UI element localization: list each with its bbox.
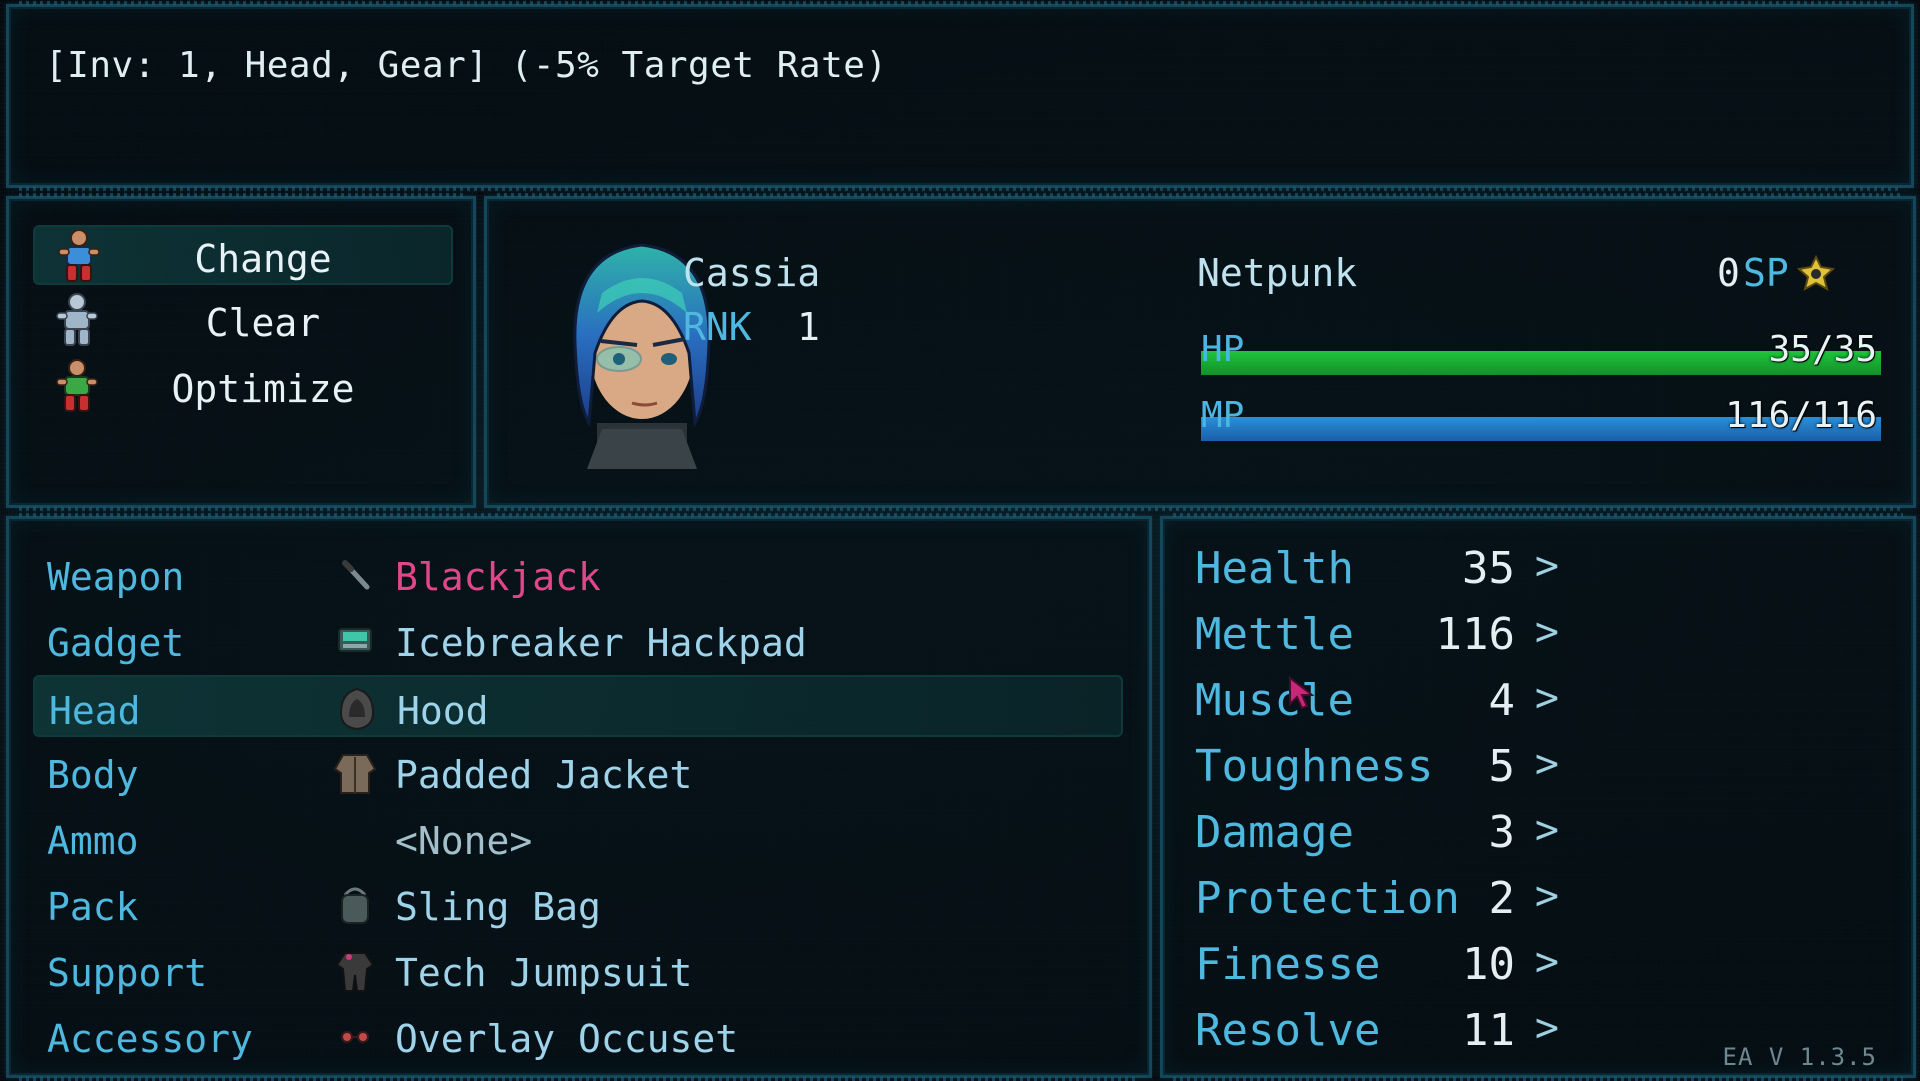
version-label: EA V 1.3.5: [1722, 1043, 1877, 1071]
sp-value: 0: [1717, 251, 1740, 295]
stat-value: 11: [1462, 1005, 1515, 1056]
help-text: [Inv: 1, Head, Gear] (-5% Target Rate): [45, 45, 888, 86]
slot-label: Head: [49, 689, 141, 733]
command-clear[interactable]: Clear: [33, 291, 453, 351]
slot-label: Body: [47, 753, 139, 797]
glasses-icon: [341, 1031, 369, 1043]
slot-row-weapon[interactable]: Weapon Blackjack: [33, 543, 1123, 605]
hp-gauge: HP 35/35: [1201, 329, 1881, 375]
rank-label: RNK: [683, 305, 752, 349]
sp-label: SP: [1743, 251, 1789, 295]
slot-label: Accessory: [47, 1017, 253, 1061]
hood-icon: [339, 687, 375, 731]
command-label: Change: [194, 237, 332, 281]
slot-row-body[interactable]: Body Padded Jacket: [33, 741, 1123, 803]
stat-value: 4: [1488, 675, 1516, 726]
slot-item: Overlay Occuset: [395, 1017, 739, 1061]
skill-points-icon: [1797, 255, 1835, 291]
mp-gauge: MP 116/116: [1201, 395, 1881, 441]
stat-name: Resolve: [1195, 1005, 1381, 1056]
help-window: [Inv: 1, Head, Gear] (-5% Target Rate): [6, 1, 1914, 191]
stat-arrow: >: [1534, 1005, 1559, 1051]
stat-arrow: >: [1534, 675, 1559, 721]
stat-value: 10: [1462, 939, 1515, 990]
slot-row-gadget[interactable]: Gadget Icebreaker Hackpad: [33, 609, 1123, 671]
figure-grey-icon: [56, 293, 98, 346]
stat-value: 116: [1435, 609, 1515, 660]
stat-value: 3: [1488, 807, 1516, 858]
stat-row-health: Health 35 >: [1195, 533, 1595, 595]
stat-name: Damage: [1195, 807, 1354, 858]
stat-arrow: >: [1534, 609, 1559, 655]
stat-row-mettle: Mettle 116 >: [1195, 599, 1595, 661]
slot-row-ammo[interactable]: Ammo <None>: [33, 807, 1123, 869]
stat-arrow: >: [1534, 741, 1559, 787]
slot-item: Hood: [397, 689, 489, 733]
stat-name: Toughness: [1195, 741, 1434, 792]
slot-item: Blackjack: [395, 555, 601, 599]
hp-value: 35/35: [1768, 329, 1877, 370]
stat-row-toughness: Toughness 5 >: [1195, 731, 1595, 793]
figure-blue-icon: [58, 229, 100, 282]
slot-item: Padded Jacket: [395, 753, 693, 797]
stat-arrow: >: [1534, 807, 1559, 853]
slot-label: Pack: [47, 885, 139, 929]
slot-row-accessory[interactable]: Accessory Overlay Occuset: [33, 1005, 1123, 1067]
stat-name: Muscle: [1195, 675, 1354, 726]
stat-value: 2: [1488, 873, 1516, 924]
mouse-cursor-icon: [1289, 676, 1314, 710]
command-optimize[interactable]: Optimize: [33, 357, 453, 417]
stat-name: Protection: [1195, 873, 1460, 924]
slot-item: Icebreaker Hackpad: [395, 621, 807, 665]
command-label: Clear: [205, 301, 321, 345]
command-label: Optimize: [171, 367, 355, 411]
stat-row-damage: Damage 3 >: [1195, 797, 1595, 859]
stat-row-muscle: Muscle 4 >: [1195, 665, 1595, 727]
hp-label: HP: [1201, 329, 1245, 370]
slot-item: <None>: [395, 819, 533, 863]
figure-green-icon: [56, 359, 98, 412]
stat-arrow: >: [1534, 873, 1559, 919]
baton-icon: [342, 560, 370, 590]
stat-name: Health: [1195, 543, 1354, 594]
stat-row-resolve: Resolve 11 >: [1195, 995, 1595, 1057]
stat-name: Mettle: [1195, 609, 1354, 660]
stat-row-finesse: Finesse 10 >: [1195, 929, 1595, 991]
slot-row-head[interactable]: Head Hood: [33, 675, 1123, 737]
bag-icon: [341, 887, 369, 924]
slot-item: Tech Jumpsuit: [395, 951, 693, 995]
hackpad-icon: [338, 628, 372, 652]
command-window: Change Clear Optimize: [6, 193, 476, 511]
slot-row-pack[interactable]: Pack Sling Bag: [33, 873, 1123, 935]
slot-item: Sling Bag: [395, 885, 601, 929]
slot-label: Ammo: [47, 819, 139, 863]
stat-value: 5: [1488, 741, 1516, 792]
actor-name: Cassia: [683, 251, 821, 295]
actor-class: Netpunk: [1197, 251, 1358, 295]
jacket-icon: [333, 754, 377, 794]
stat-name: Finesse: [1195, 939, 1381, 990]
slot-label: Gadget: [47, 621, 185, 665]
stat-arrow: >: [1534, 543, 1559, 589]
jumpsuit-icon: [335, 952, 375, 992]
stat-value: 35: [1462, 543, 1515, 594]
stat-arrow: >: [1534, 939, 1559, 985]
mp-value: 116/116: [1725, 395, 1877, 436]
stat-row-protection: Protection 2 >: [1195, 863, 1595, 925]
slot-row-support[interactable]: Support Tech Jumpsuit: [33, 939, 1123, 1001]
command-change[interactable]: Change: [33, 225, 453, 285]
rank-value: 1: [797, 305, 820, 349]
status-window: Cassia RNK 1 Netpunk 0 SP HP 35/35 MP 11…: [484, 193, 1916, 511]
slot-label: Weapon: [47, 555, 185, 599]
equipment-slot-window: Weapon Blackjack Gadget Icebreaker Hackp…: [6, 513, 1152, 1081]
parameter-window: Health 35 > Mettle 116 > Muscle 4 > Toug…: [1160, 513, 1916, 1081]
slot-label: Support: [47, 951, 208, 995]
mp-label: MP: [1201, 395, 1245, 436]
